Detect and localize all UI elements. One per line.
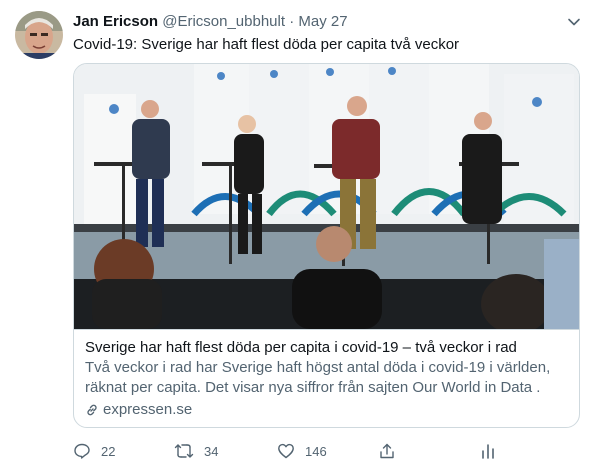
card-description: Två veckor i rad har Sverige haft högst …: [85, 359, 551, 396]
share-icon: [380, 443, 394, 459]
analytics-button[interactable]: [479, 440, 497, 462]
tweet-date[interactable]: May 27: [298, 13, 347, 30]
author-name[interactable]: Jan Ericson: [73, 13, 158, 30]
card-domain-row[interactable]: expressen.se: [85, 400, 567, 420]
like-button[interactable]: 146: [277, 440, 327, 462]
press-conference-photo: [74, 64, 579, 334]
retweet-button[interactable]: 34: [174, 440, 218, 462]
link-card[interactable]: Sverige har haft flest döda per capita i…: [73, 63, 580, 428]
separator-dot: ·: [289, 13, 295, 30]
reply-icon: [74, 443, 90, 459]
card-domain: expressen.se: [103, 401, 193, 418]
card-body: Sverige har haft flest döda per capita i…: [74, 329, 579, 427]
chevron-down-icon[interactable]: [567, 15, 581, 29]
tweet-header: Jan Ericson @Ericson_ubbhult · May 27: [73, 13, 348, 31]
share-button[interactable]: [378, 440, 396, 462]
card-title[interactable]: Sverige har haft flest döda per capita i…: [85, 338, 567, 358]
author-handle[interactable]: @Ericson_ubbhult: [162, 13, 285, 30]
heart-icon: [278, 443, 294, 459]
analytics-icon: [482, 444, 494, 459]
reply-count: 22: [101, 443, 116, 459]
retweet-icon: [174, 444, 194, 458]
link-icon: [87, 404, 97, 416]
tweet-actions: 22 34 146: [73, 440, 513, 462]
tweet-text: Covid-19: Sverige har haft flest döda pe…: [73, 36, 460, 53]
retweet-count: 34: [204, 443, 219, 459]
reply-button[interactable]: 22: [73, 440, 115, 462]
like-count: 146: [305, 443, 327, 459]
avatar[interactable]: [15, 11, 63, 59]
